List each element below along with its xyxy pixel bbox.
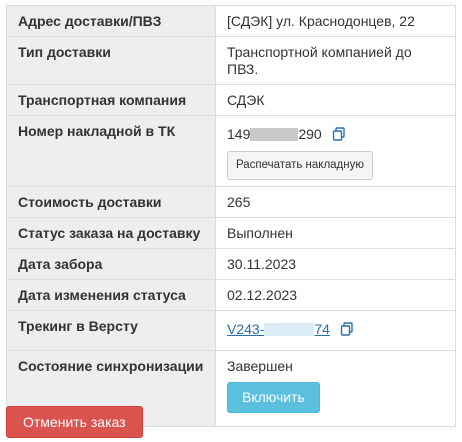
status-change-date-label: Дата изменения статуса	[6, 279, 216, 311]
print-waybill-button[interactable]: Распечатать накладную	[227, 151, 373, 180]
copy-icon[interactable]	[332, 127, 346, 141]
order-status-value: Выполнен	[215, 217, 456, 249]
row-cost: Стоимость доставки 265	[6, 186, 456, 218]
row-status-change-date: Дата изменения статуса 02.12.2023	[6, 279, 456, 311]
row-pickup-date: Дата забора 30.11.2023	[6, 248, 456, 280]
tracking-link[interactable]: V243- 74	[227, 321, 330, 337]
pickup-date-label: Дата забора	[6, 248, 216, 280]
carrier-value: СДЭК	[215, 84, 456, 116]
waybill-cell: 149 290 Распечатать накладную	[215, 115, 456, 187]
cost-label: Стоимость доставки	[6, 186, 216, 218]
order-status-label: Статус заказа на доставку	[6, 217, 216, 249]
waybill-redaction	[250, 128, 299, 141]
delivery-info-table: Адрес доставки/ПВЗ [СДЭК] ул. Краснодонц…	[6, 5, 456, 427]
waybill-number-suffix: 290	[298, 126, 322, 142]
waybill-label: Номер накладной в ТК	[6, 115, 216, 187]
status-change-date-value: 02.12.2023	[215, 279, 456, 311]
enable-sync-button[interactable]: Включить	[227, 382, 320, 413]
address-label: Адрес доставки/ПВЗ	[6, 5, 216, 37]
row-waybill: Номер накладной в ТК 149 290 Распечатать …	[6, 115, 456, 187]
delivery-type-label: Тип доставки	[6, 36, 216, 85]
tracking-prefix: V243-	[227, 321, 265, 337]
row-delivery-type: Тип доставки Транспортной компанией до П…	[6, 36, 456, 85]
sync-state-value: Завершен	[227, 358, 293, 374]
pickup-date-value: 30.11.2023	[215, 248, 456, 280]
address-value: [СДЭК] ул. Краснодонцев, 22	[215, 5, 456, 37]
tracking-cell: V243- 74	[215, 310, 456, 351]
carrier-label: Транспортная компания	[6, 84, 216, 116]
row-order-status: Статус заказа на доставку Выполнен	[6, 217, 456, 249]
delivery-type-value: Транспортной компанией до ПВЗ.	[215, 36, 456, 85]
tracking-suffix: 74	[314, 321, 330, 337]
row-carrier: Транспортная компания СДЭК	[6, 84, 456, 116]
tracking-label: Трекинг в Версту	[6, 310, 216, 351]
row-tracking: Трекинг в Версту V243- 74	[6, 310, 456, 351]
cancel-order-button[interactable]: Отменить заказ	[6, 406, 143, 438]
sync-state-cell: Завершен Включить	[215, 350, 456, 427]
cost-value: 265	[215, 186, 456, 218]
copy-icon[interactable]	[340, 322, 354, 336]
waybill-number-prefix: 149	[227, 126, 251, 142]
tracking-redaction	[264, 323, 315, 336]
row-address: Адрес доставки/ПВЗ [СДЭК] ул. Краснодонц…	[6, 5, 456, 37]
